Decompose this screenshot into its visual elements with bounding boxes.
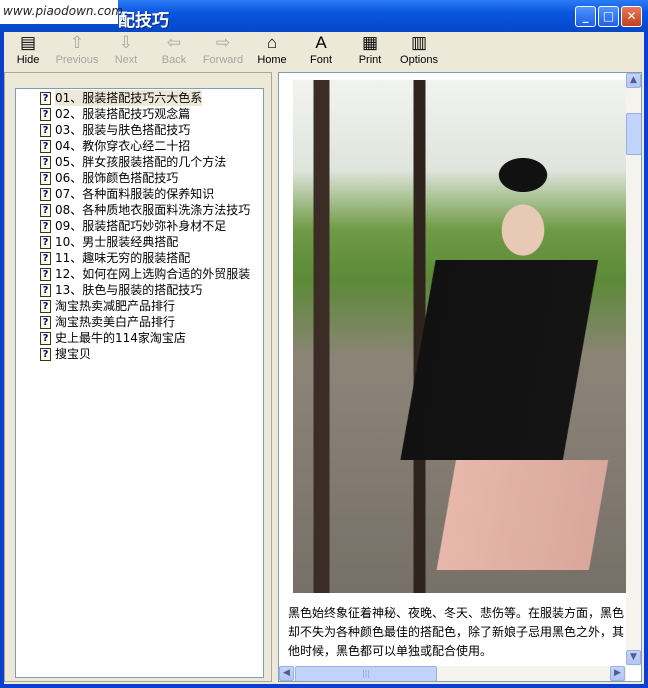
toolbar-home-button[interactable]: ⌂ Home	[248, 32, 296, 70]
toc-item-label: 02、服装搭配技巧观念篇	[55, 107, 191, 121]
toolbar-label: Forward	[202, 54, 244, 66]
options-icon: ▥	[410, 33, 428, 52]
contents-tree[interactable]: ? 01、服装搭配技巧六大色系? 02、服装搭配技巧观念篇? 03、服装与肤色搭配技巧…	[15, 88, 264, 678]
maximize-button[interactable]: □	[598, 6, 619, 27]
help-topic-icon: ?	[40, 331, 51, 345]
scroll-down-button[interactable]: ▼	[626, 650, 641, 665]
toc-item-label: 09、服装搭配巧妙弥补身材不足	[55, 219, 227, 233]
toc-item-label: 淘宝热卖美白产品排行	[55, 315, 176, 329]
title-bar[interactable]: 配技巧 www.piaodown.com _ □ ✕	[0, 0, 648, 32]
toolbar-label: Font	[309, 54, 332, 66]
toolbar-next-button[interactable]: ⇩ Next	[102, 32, 150, 70]
toc-item[interactable]: ? 11、趣味无穷的服装搭配	[40, 250, 263, 266]
horizontal-scroll-thumb[interactable]: |||	[295, 666, 437, 681]
toc-item[interactable]: ? 淘宝热卖减肥产品排行	[40, 298, 263, 314]
topic-pane: 黑色始终象征着神秘、夜晚、冬天、悲伤等。在服装方面，黑色却不失为各种颜色最佳的搭…	[278, 72, 642, 682]
minimize-button[interactable]: _	[575, 6, 596, 27]
toc-item[interactable]: ? 06、服饰颜色搭配技巧	[40, 170, 263, 186]
toolbar-label: Print	[358, 54, 382, 66]
help-topic-icon: ?	[40, 251, 51, 265]
topic-paragraph: 黑色始终象征着神秘、夜晚、冬天、悲伤等。在服装方面，黑色却不失为各种颜色最佳的搭…	[288, 606, 625, 658]
font-icon: A	[315, 33, 327, 52]
help-topic-icon: ?	[40, 187, 51, 201]
toolbar-label: Next	[114, 54, 138, 66]
printer-icon: ▦	[361, 33, 379, 52]
toc-item-label: 07、各种面料服装的保养知识	[55, 187, 215, 201]
toolbar-label: Options	[400, 54, 438, 66]
toc-item-label: 05、胖女孩服装搭配的几个方法	[55, 155, 227, 169]
toc-item-label: 史上最牛的114家淘宝店	[55, 331, 186, 345]
toc-item[interactable]: ? 13、肤色与服装的搭配技巧	[40, 282, 263, 298]
help-topic-icon: ?	[40, 283, 51, 297]
horizontal-scrollbar[interactable]: ◀ ||| ▶	[279, 666, 626, 681]
scroll-up-button[interactable]: ▲	[626, 73, 641, 88]
close-button[interactable]: ✕	[621, 6, 642, 27]
toolbar-label: Back	[161, 54, 187, 66]
toc-item[interactable]: ? 03、服装与肤色搭配技巧	[40, 122, 263, 138]
arrow-up-icon: ⇧	[69, 33, 85, 52]
toc-item[interactable]: ? 史上最牛的114家淘宝店	[40, 330, 263, 346]
toc-item-label: 12、如何在网上选购合适的外贸服装	[55, 267, 251, 281]
toc-item-label: 10、男士服装经典搭配	[55, 235, 179, 249]
toc-item[interactable]: ? 08、各种质地衣服面料洗涤方法技巧	[40, 202, 263, 218]
toc-item-label: 04、教你穿衣心经二十招	[55, 139, 191, 153]
help-topic-icon: ?	[40, 171, 51, 185]
toolbar-back-button[interactable]: ⇦ Back	[150, 32, 198, 70]
toc-item[interactable]: ? 10、男士服装经典搭配	[40, 234, 263, 250]
vertical-scroll-thumb[interactable]	[626, 113, 641, 155]
toolbar: ▤ Hide ⇧ Previous ⇩ Next ⇦ Back ⇨ Forward ⌂ Home A Fo…	[4, 32, 644, 70]
toc-item[interactable]: ? 搜宝贝	[40, 346, 263, 362]
scroll-left-button[interactable]: ◀	[279, 666, 294, 681]
toc-item[interactable]: ? 01、服装搭配技巧六大色系	[40, 90, 263, 106]
toc-item-label: 03、服装与肤色搭配技巧	[55, 123, 191, 137]
home-icon: ⌂	[266, 33, 278, 52]
toolbar-label: Hide	[16, 54, 40, 66]
vertical-scrollbar[interactable]: ▲ ▼	[626, 73, 641, 666]
toolbar-previous-button[interactable]: ⇧ Previous	[52, 32, 102, 70]
help-topic-icon: ?	[40, 155, 51, 169]
arrow-left-icon: ⇦	[166, 33, 182, 52]
arrow-down-icon: ⇩	[118, 33, 134, 52]
toolbar-options-button[interactable]: ▥ Options	[394, 32, 444, 70]
scroll-right-button[interactable]: ▶	[610, 666, 625, 681]
toolbar-label: Previous	[55, 54, 99, 66]
toolbar-font-button[interactable]: A Font	[296, 32, 346, 70]
toc-item[interactable]: ? 12、如何在网上选购合适的外贸服装	[40, 266, 263, 282]
toc-item[interactable]: ? 04、教你穿衣心经二十招	[40, 138, 263, 154]
help-topic-icon: ?	[40, 315, 51, 329]
toolbar-print-button[interactable]: ▦ Print	[346, 32, 394, 70]
watermark: www.piaodown.com	[0, 0, 123, 24]
toc-item[interactable]: ? 07、各种面料服装的保养知识	[40, 186, 263, 202]
window-title: 配技巧	[118, 11, 169, 31]
help-topic-icon: ?	[40, 203, 51, 217]
toc-item-label: 01、服装搭配技巧六大色系	[55, 90, 203, 106]
help-topic-icon: ?	[40, 299, 51, 313]
toc-item-label: 搜宝贝	[55, 347, 92, 361]
help-topic-icon: ?	[40, 347, 51, 361]
help-topic-icon: ?	[40, 219, 51, 233]
toc-item-label: 淘宝热卖减肥产品排行	[55, 299, 176, 313]
toc-item-label: 08、各种质地衣服面料洗涤方法技巧	[55, 203, 251, 217]
toc-item[interactable]: ? 05、胖女孩服装搭配的几个方法	[40, 154, 263, 170]
arrow-right-icon: ⇨	[215, 33, 231, 52]
toc-item[interactable]: ? 09、服装搭配巧妙弥补身材不足	[40, 218, 263, 234]
toolbar-label: Home	[257, 54, 287, 66]
help-topic-icon: ?	[40, 267, 51, 281]
navigation-pane: ? 01、服装搭配技巧六大色系? 02、服装搭配技巧观念篇? 03、服装与肤色搭配技巧…	[4, 72, 272, 682]
help-topic-icon: ?	[40, 107, 51, 121]
toolbar-forward-button[interactable]: ⇨ Forward	[198, 32, 248, 70]
toc-item[interactable]: ? 淘宝热卖美白产品排行	[40, 314, 263, 330]
help-topic-icon: ?	[40, 139, 51, 153]
hide-icon: ▤	[19, 33, 37, 52]
toc-item[interactable]: ? 02、服装搭配技巧观念篇	[40, 106, 263, 122]
help-topic-icon: ?	[40, 91, 51, 105]
help-topic-icon: ?	[40, 123, 51, 137]
topic-photo	[293, 80, 626, 593]
toc-item-label: 06、服饰颜色搭配技巧	[55, 171, 179, 185]
toc-item-label: 13、肤色与服装的搭配技巧	[55, 283, 203, 297]
toc-item-label: 11、趣味无穷的服装搭配	[55, 251, 191, 265]
help-topic-icon: ?	[40, 235, 51, 249]
toolbar-hide-button[interactable]: ▤ Hide	[4, 32, 52, 70]
